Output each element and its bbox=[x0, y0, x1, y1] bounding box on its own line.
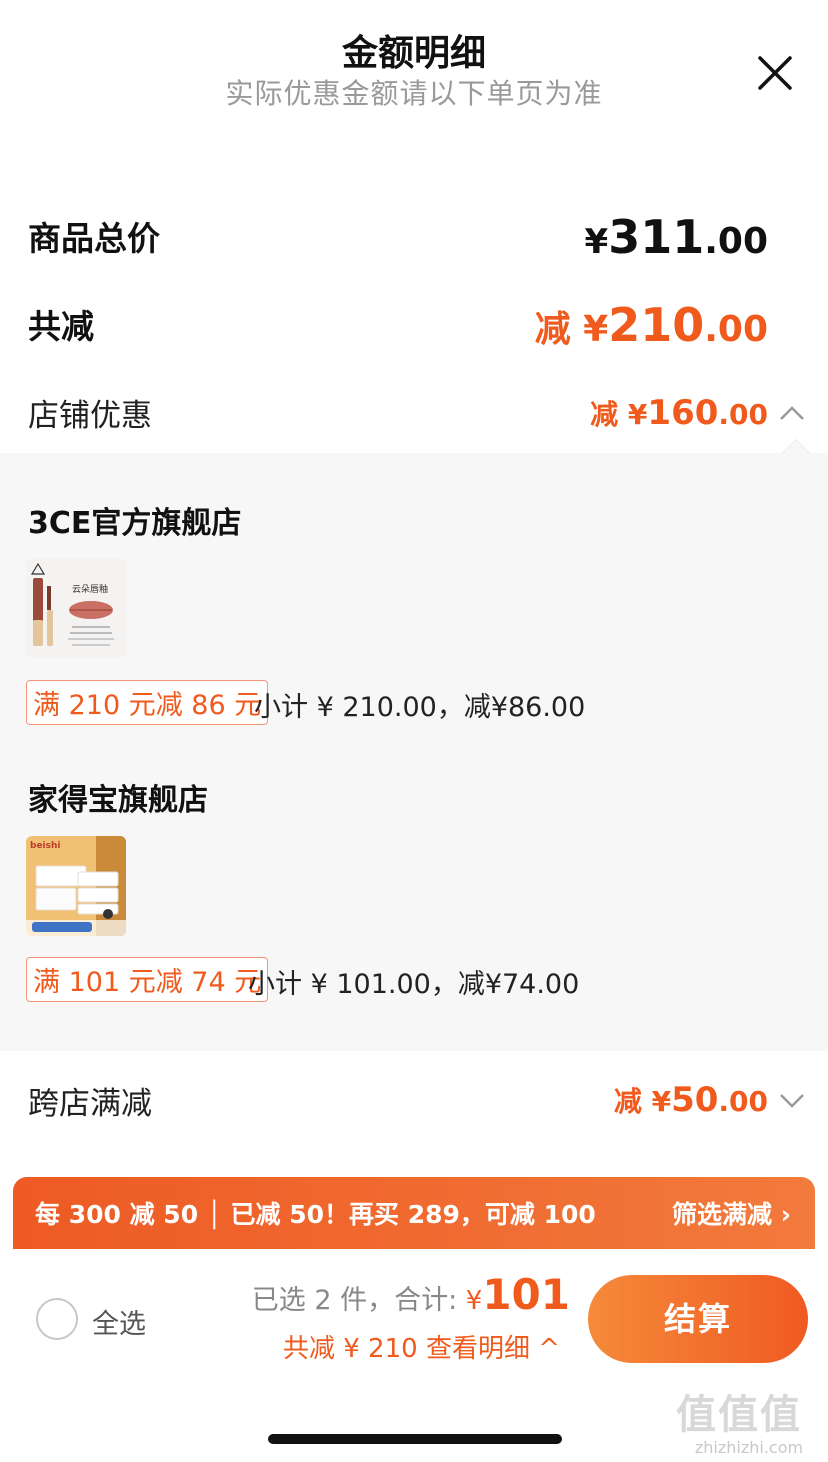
store-discount-int: 160 bbox=[647, 393, 719, 433]
store-discount-label: 店铺优惠 bbox=[28, 398, 152, 434]
watermark: 值值值 zhizhizhi.com bbox=[676, 1382, 822, 1457]
store-subtotal: 小计 ¥ 210.00，减¥86.00 bbox=[254, 692, 586, 723]
store-subtotal: 小计 ¥ 101.00，减¥74.00 bbox=[248, 969, 580, 1000]
close-icon bbox=[758, 56, 792, 90]
cross-store-label: 跨店满减 bbox=[28, 1086, 152, 1122]
watermark-url: zhizhizhi.com bbox=[694, 1438, 804, 1457]
full-reduction-tag: 满 210 元减 86 元 bbox=[26, 680, 269, 725]
promo-banner: 每 300 减 50 │ 已减 50！再买 289，可减 100 筛选满减 › bbox=[13, 1177, 815, 1249]
store-discount-value: 减 ¥160.00 bbox=[590, 393, 768, 433]
total-price-label: 商品总价 bbox=[28, 219, 160, 258]
total-price-value: ¥311.00 bbox=[585, 210, 768, 264]
product-thumbnail[interactable]: 云朵唇釉 bbox=[26, 558, 126, 658]
product-image: beishi bbox=[26, 836, 126, 936]
select-all-radio[interactable] bbox=[36, 1298, 78, 1340]
close-button[interactable] bbox=[752, 50, 798, 96]
chevron-down-icon bbox=[780, 1094, 804, 1108]
full-reduction-tag: 满 101 元减 74 元 bbox=[26, 957, 269, 1002]
selected-count: 已选 2 件，合计: bbox=[251, 1285, 458, 1316]
total-price-yen: ¥ bbox=[584, 222, 609, 262]
selected-summary: 已选 2 件，合计: ¥101 bbox=[252, 1270, 570, 1319]
product-thumbnail[interactable]: beishi bbox=[26, 836, 126, 936]
promo-banner-text: 每 300 减 50 │ 已减 50！再买 289，可减 100 bbox=[35, 1200, 596, 1229]
filter-reduction-link[interactable]: 筛选满减 › bbox=[672, 1195, 791, 1231]
cross-store-toggle[interactable]: 减 ¥50.00 bbox=[614, 1080, 806, 1120]
total-price-dec: .00 bbox=[704, 221, 768, 262]
store-discount-toggle[interactable]: 减 ¥160.00 bbox=[590, 393, 806, 433]
total-yen: ¥ bbox=[465, 1286, 483, 1316]
total-price-int: 311 bbox=[608, 210, 705, 264]
watermark-logo: 值值值 bbox=[676, 1392, 802, 1438]
store-discount-dec: .00 bbox=[718, 398, 768, 431]
home-indicator[interactable] bbox=[268, 1434, 562, 1444]
cross-store-value: 减 ¥50.00 bbox=[614, 1080, 768, 1120]
store-name: 3CE官方旗舰店 bbox=[28, 506, 242, 541]
cross-store-dec: .00 bbox=[718, 1085, 768, 1118]
store-discount-prefix: 减 ¥ bbox=[590, 398, 648, 431]
cross-store-int: 50 bbox=[671, 1080, 719, 1120]
page-subtitle: 实际优惠金额请以下单页为准 bbox=[225, 77, 603, 110]
select-all-label[interactable]: 全选 bbox=[92, 1302, 146, 1341]
total-reduce-prefix: 减 ¥ bbox=[534, 309, 609, 350]
chevron-up-icon bbox=[780, 406, 804, 420]
product-caption: 云朵唇釉 bbox=[72, 583, 108, 595]
product-image: 云朵唇釉 bbox=[26, 558, 126, 658]
total-reduce-int: 210 bbox=[608, 298, 705, 352]
checkout-button[interactable]: 结算 bbox=[588, 1275, 808, 1363]
total-amount: 101 bbox=[482, 1270, 570, 1319]
product-brand: beishi bbox=[30, 841, 60, 851]
total-reduce-label: 共减 bbox=[28, 307, 94, 346]
total-reduce-value: 减 ¥210.00 bbox=[535, 298, 768, 352]
view-details-link[interactable]: 共减 ¥ 210 查看明细 ^ bbox=[283, 1328, 560, 1365]
store-name: 家得宝旗舰店 bbox=[28, 783, 208, 818]
total-reduce-dec: .00 bbox=[704, 309, 768, 350]
cross-store-prefix: 减 ¥ bbox=[613, 1085, 672, 1118]
page-title: 金额明细 bbox=[341, 33, 486, 74]
